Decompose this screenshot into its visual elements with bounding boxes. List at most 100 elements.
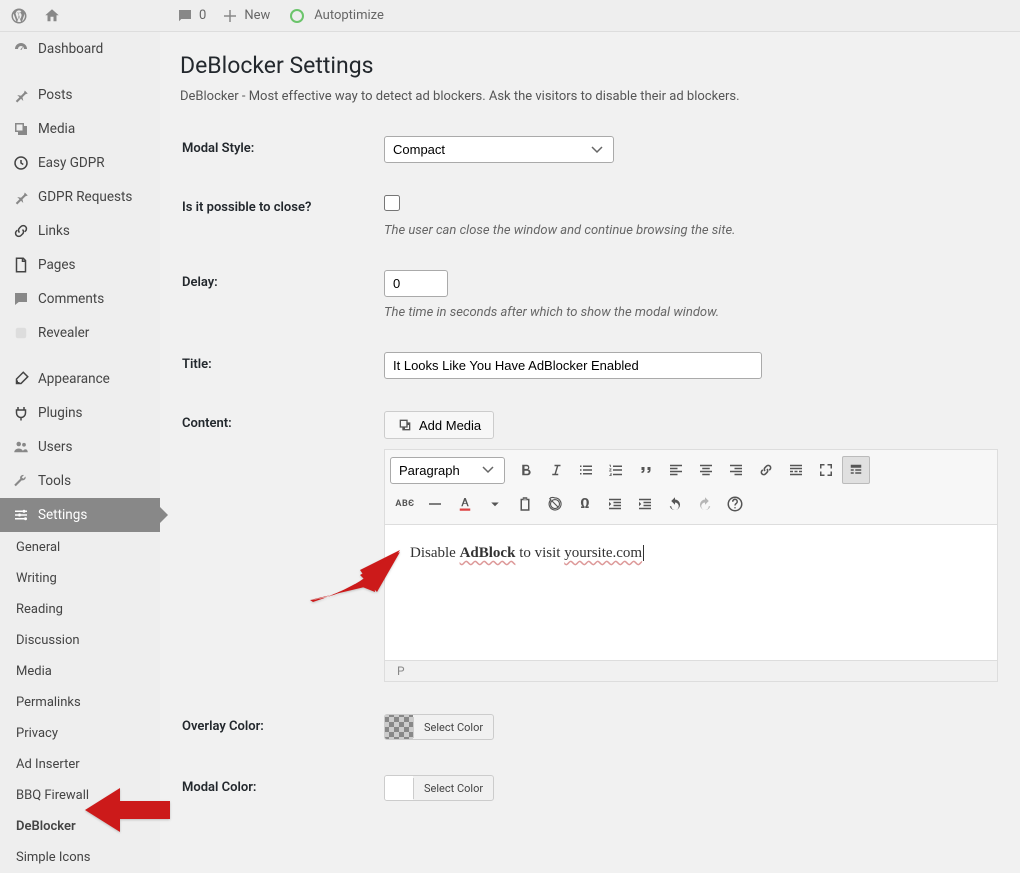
undo-button[interactable] [661, 490, 689, 518]
brush-icon [12, 370, 30, 388]
sidebar-item-label: Comments [38, 291, 104, 307]
strikethrough-button[interactable]: ABЄ [391, 490, 419, 518]
special-char-button[interactable]: Ω [571, 490, 599, 518]
media-icon [397, 417, 413, 433]
outdent-button[interactable] [601, 490, 629, 518]
bullet-list-button[interactable] [572, 456, 600, 484]
wrench-icon [12, 472, 30, 490]
modal-style-select[interactable]: Compact [384, 136, 614, 163]
plug-icon [12, 404, 30, 422]
delay-input[interactable] [384, 270, 448, 297]
new-label: New [244, 8, 270, 23]
page-title: DeBlocker Settings [180, 52, 1000, 79]
settings-content: DeBlocker Settings DeBlocker - Most effe… [160, 32, 1020, 873]
closeable-checkbox[interactable] [384, 195, 400, 211]
pin-icon [12, 188, 30, 206]
sidebar-item-appearance[interactable]: Appearance [0, 362, 160, 396]
submenu-item-permalinks[interactable]: Permalinks [0, 687, 160, 718]
sidebar-item-revealer[interactable]: Revealer [0, 316, 160, 350]
home-link[interactable] [43, 7, 61, 25]
submenu-item-label: Media [16, 664, 52, 679]
sidebar-item-settings[interactable]: Settings [0, 498, 160, 532]
sidebar-item-pages[interactable]: Pages [0, 248, 160, 282]
title-input[interactable] [384, 352, 762, 379]
page-description: DeBlocker - Most effective way to detect… [180, 89, 1000, 104]
wp-logo[interactable] [10, 7, 28, 25]
comment-icon [12, 290, 30, 308]
sidebar-item-links[interactable]: Links [0, 214, 160, 248]
submenu-item-label: BBQ Firewall [16, 788, 89, 803]
fullscreen-button[interactable] [812, 456, 840, 484]
submenu-item-ad-inserter[interactable]: Ad Inserter [0, 749, 160, 780]
clear-format-button[interactable] [541, 490, 569, 518]
modal-style-label: Modal Style: [182, 126, 382, 183]
text-color-button[interactable] [451, 490, 479, 518]
submenu-item-media[interactable]: Media [0, 656, 160, 687]
bold-button[interactable] [512, 456, 540, 484]
add-media-label: Add Media [419, 418, 481, 433]
toolbar-toggle-button[interactable] [842, 456, 870, 484]
submenu-item-deblocker[interactable]: DeBlocker [0, 811, 160, 842]
help-button[interactable] [721, 490, 749, 518]
modal-color-button[interactable]: Select Color [384, 775, 494, 801]
sidebar-item-plugins[interactable]: Plugins [0, 396, 160, 430]
align-left-button[interactable] [662, 456, 690, 484]
rich-editor: Paragraph [384, 449, 998, 682]
sidebar-item-label: GDPR Requests [38, 189, 132, 205]
select-color-label: Select Color [413, 778, 493, 799]
sidebar-item-label: Users [38, 439, 72, 455]
sidebar-item-easy-gdpr[interactable]: Easy GDPR [0, 146, 160, 180]
page-icon [12, 256, 30, 274]
submenu-item-simple-icons[interactable]: Simple Icons [0, 842, 160, 873]
align-center-button[interactable] [692, 456, 720, 484]
submenu-item-label: Writing [16, 571, 57, 586]
pin-icon [12, 86, 30, 104]
link-button[interactable] [752, 456, 780, 484]
sidebar-item-posts[interactable]: Posts [0, 78, 160, 112]
sidebar-item-media[interactable]: Media [0, 112, 160, 146]
sidebar-item-label: Tools [38, 473, 71, 489]
autoptimize-link[interactable]: Autoptimize [285, 8, 384, 23]
users-icon [12, 438, 30, 456]
paragraph-select[interactable]: Paragraph [390, 457, 505, 484]
closeable-label: Is it possible to close? [182, 185, 382, 258]
paste-text-button[interactable] [511, 490, 539, 518]
editor-toolbar: Paragraph [385, 450, 997, 525]
submenu-item-reading[interactable]: Reading [0, 594, 160, 625]
sidebar-item-label: Settings [38, 507, 87, 523]
sidebar-item-dashboard[interactable]: Dashboard [0, 32, 160, 66]
hr-button[interactable] [421, 490, 449, 518]
overlay-color-button[interactable]: Select Color [384, 714, 494, 740]
add-media-button[interactable]: Add Media [384, 411, 494, 439]
indent-button[interactable] [631, 490, 659, 518]
align-right-button[interactable] [722, 456, 750, 484]
quote-button[interactable] [632, 456, 660, 484]
submenu-item-discussion[interactable]: Discussion [0, 625, 160, 656]
sidebar-item-label: Appearance [38, 371, 110, 387]
overlay-color-swatch [385, 715, 413, 739]
italic-button[interactable] [542, 456, 570, 484]
submenu-item-privacy[interactable]: Privacy [0, 718, 160, 749]
text-color-dropdown[interactable] [481, 490, 509, 518]
sidebar-item-label: Plugins [38, 405, 83, 421]
redo-button[interactable] [691, 490, 719, 518]
sidebar-item-comments[interactable]: Comments [0, 282, 160, 316]
content-field-label: Content: [182, 401, 382, 702]
submenu-item-label: Permalinks [16, 695, 81, 710]
sidebar-item-gdpr-requests[interactable]: GDPR Requests [0, 180, 160, 214]
numbered-list-button[interactable] [602, 456, 630, 484]
sidebar-item-label: Easy GDPR [38, 155, 105, 171]
select-color-label: Select Color [413, 717, 493, 738]
read-more-button[interactable] [782, 456, 810, 484]
comments-link[interactable]: 0 [176, 7, 206, 25]
submenu-item-general[interactable]: General [0, 532, 160, 563]
sidebar-item-users[interactable]: Users [0, 430, 160, 464]
editor-content[interactable]: Disable AdBlock to visit yoursite.com [385, 525, 997, 660]
delay-label: Delay: [182, 260, 382, 340]
submenu-item-label: Simple Icons [16, 850, 91, 865]
submenu-item-writing[interactable]: Writing [0, 563, 160, 594]
new-link[interactable]: New [221, 7, 270, 25]
link-icon [12, 222, 30, 240]
submenu-item-bbq-firewall[interactable]: BBQ Firewall [0, 780, 160, 811]
sidebar-item-tools[interactable]: Tools [0, 464, 160, 498]
